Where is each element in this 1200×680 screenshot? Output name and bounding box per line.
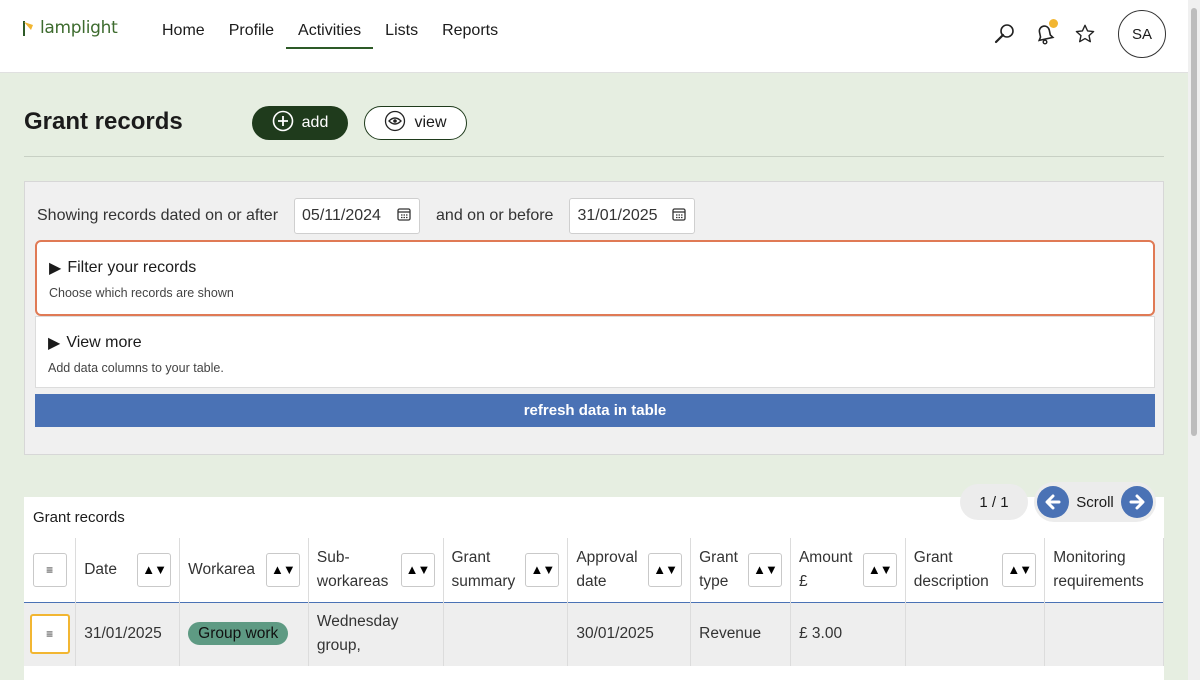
cell-approval-date: 30/01/2025	[567, 602, 692, 666]
filter-records-subtitle: Choose which records are shown	[49, 286, 234, 300]
page-count: 1 / 1	[960, 484, 1028, 520]
sort-button[interactable]: ▲▼	[137, 552, 172, 587]
main-nav: Home Profile Activities Lists Reports	[150, 0, 510, 73]
page-title: Grant records	[24, 108, 183, 135]
lamp-icon	[22, 20, 38, 38]
col-label: Amount £	[798, 548, 853, 590]
scroll-right-icon[interactable]	[1120, 486, 1153, 518]
date-range-row: Showing records dated on or after 05/11/…	[37, 198, 711, 234]
grant-records-table: ≡ Date ▲▼ Workarea ▲▼ Sub-workareas ▲▼ Gran…	[24, 538, 1164, 666]
view-button-label: view	[414, 114, 447, 131]
scrollbar-thumb[interactable]	[1191, 8, 1197, 436]
col-header-workarea: Workarea ▲▼	[179, 538, 309, 602]
eye-icon	[384, 110, 406, 137]
bell-icon[interactable]	[1032, 19, 1058, 47]
sort-button[interactable]: ▲▼	[525, 552, 560, 587]
col-header-sub-workareas: Sub-workareas ▲▼	[308, 538, 444, 602]
sort-button[interactable]: ▲▼	[862, 552, 897, 587]
start-date-field[interactable]: 05/11/2024	[294, 198, 421, 234]
table-caption: Grant records	[33, 509, 125, 526]
disclosure-triangle-icon: ▶	[49, 260, 62, 277]
view-more-subtitle: Add data columns to your table.	[48, 361, 224, 375]
col-header-grant-summary: Grant summary ▲▼	[443, 538, 569, 602]
view-more-section[interactable]: ▶ View more Add data columns to your tab…	[35, 316, 1155, 388]
cell-grant-type: Revenue	[690, 602, 791, 666]
sort-button[interactable]: ▲▼	[747, 552, 782, 587]
col-header-date: Date ▲▼	[75, 538, 181, 602]
add-button-label: add	[301, 114, 329, 131]
sort-button[interactable]: ▲▼	[400, 552, 435, 587]
col-header-approval-date: Approval date ▲▼	[567, 538, 692, 602]
end-date-value: 31/01/2025	[577, 207, 658, 224]
filter-panel: Showing records dated on or after 05/11/…	[24, 181, 1164, 455]
nav-activities[interactable]: Activities	[286, 0, 374, 73]
cell-grant-description	[905, 602, 1046, 666]
table-scroll-control: Scroll	[1034, 482, 1156, 522]
sort-button[interactable]: ▲▼	[1002, 552, 1037, 587]
row-menu-button[interactable]: ≡	[29, 614, 70, 655]
refresh-data-button[interactable]: refresh data in table	[35, 394, 1155, 427]
col-header-grant-description: Grant description ▲▼	[905, 538, 1046, 602]
col-header-monitoring: Monitoring requirements	[1044, 538, 1164, 602]
col-label: Monitoring requirements	[1053, 548, 1144, 590]
nav-reports[interactable]: Reports	[430, 0, 510, 73]
calendar-icon[interactable]	[672, 207, 687, 226]
top-navigation: lamplight Home Profile Activities Lists …	[0, 0, 1188, 73]
row-menu-cell: ≡	[24, 602, 77, 666]
nav-home[interactable]: Home	[150, 0, 217, 73]
sort-button[interactable]: ▲▼	[265, 552, 300, 587]
filter-title-label: Filter your records	[67, 259, 197, 276]
view-more-label: View more	[66, 334, 142, 351]
cell-grant-summary	[443, 602, 569, 666]
search-icon[interactable]	[992, 21, 1018, 47]
col-label: Sub-workareas	[316, 548, 389, 590]
grant-records-table-card: Grant records ≡ Date ▲▼ Workarea ▲▼ Sub-wo…	[24, 497, 1164, 680]
notification-dot	[1049, 19, 1058, 28]
start-date-value: 05/11/2024	[302, 207, 381, 224]
cell-workarea: Group work	[179, 602, 309, 666]
col-label: Approval date	[576, 548, 638, 590]
cell-sub-workareas: Wednesday group,	[308, 602, 444, 666]
table-pager: 1 / 1 Scroll	[960, 482, 1156, 522]
nav-lists[interactable]: Lists	[373, 0, 430, 73]
cell-amount: £ 3.00	[790, 602, 906, 666]
col-label: Workarea	[188, 560, 256, 578]
disclosure-triangle-icon: ▶	[48, 335, 61, 352]
divider	[24, 156, 1164, 157]
col-header-grant-type: Grant type ▲▼	[690, 538, 791, 602]
end-date-field[interactable]: 31/01/2025	[569, 198, 696, 234]
calendar-icon[interactable]	[397, 207, 411, 226]
cell-monitoring	[1044, 602, 1164, 666]
view-more-title: ▶ View more	[48, 333, 142, 353]
scroll-left-icon[interactable]	[1037, 486, 1069, 518]
col-header-amount: Amount £ ▲▼	[790, 538, 906, 602]
cell-date: 31/01/2025	[75, 602, 181, 666]
sort-button[interactable]: ▲▼	[648, 552, 683, 587]
date-middle-text: and on or before	[436, 207, 554, 224]
avatar[interactable]: SA	[1118, 10, 1166, 58]
col-label: Grant description	[913, 548, 989, 590]
page-scrollbar[interactable]	[1188, 0, 1200, 680]
filter-records-section[interactable]: ▶ Filter your records Choose which recor…	[35, 240, 1155, 316]
lamplight-logo[interactable]: lamplight	[22, 18, 118, 38]
col-label: Grant type	[699, 548, 738, 590]
table-header-row: ≡ Date ▲▼ Workarea ▲▼ Sub-workareas ▲▼ Gran…	[24, 538, 1164, 602]
scroll-label: Scroll	[1076, 493, 1114, 511]
col-label: Date	[84, 560, 117, 578]
workarea-badge: Group work	[188, 622, 289, 646]
logo-text: lamplight	[40, 18, 118, 38]
star-icon[interactable]	[1072, 21, 1098, 47]
filter-records-title: ▶ Filter your records	[49, 258, 196, 278]
table-row[interactable]: ≡ 31/01/2025 Group work Wednesday group,…	[24, 602, 1164, 666]
view-button[interactable]: view	[364, 106, 467, 140]
col-label: Grant summary	[451, 548, 516, 590]
plus-circle-icon	[272, 110, 294, 137]
nav-profile[interactable]: Profile	[217, 0, 286, 73]
add-button[interactable]: add	[252, 106, 348, 140]
row-menu-header: ≡	[24, 538, 77, 602]
column-menu-button[interactable]: ≡	[32, 552, 67, 587]
nav-actions: SA	[992, 10, 1166, 58]
date-prefix-text: Showing records dated on or after	[37, 207, 279, 224]
